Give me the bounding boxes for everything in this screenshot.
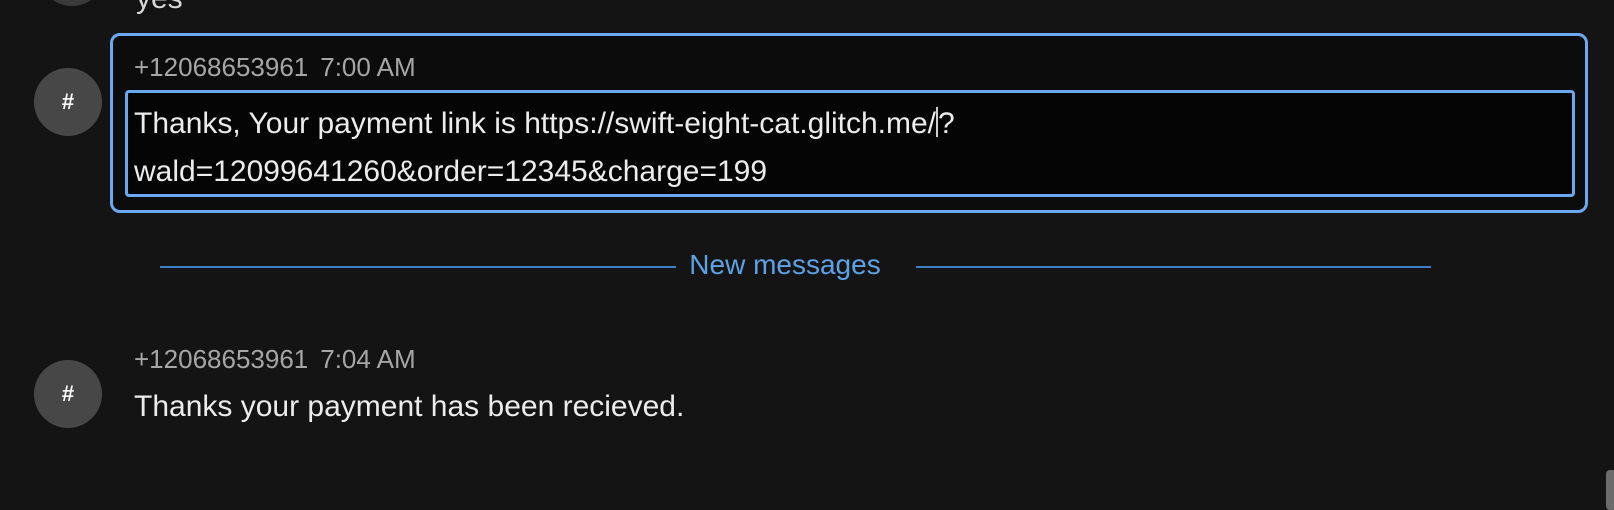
divider-line-left [160,266,676,268]
message-link-text[interactable]: Thanks, Your payment link is https://swi… [134,107,936,140]
avatar[interactable]: # [34,68,102,136]
divider-line-right [916,266,1431,268]
sender-number[interactable]: +12068653961 [134,52,308,82]
message-body[interactable]: Thanks your payment has been recieved. [134,390,684,424]
sender-number[interactable]: +12068653961 [134,344,308,374]
message-meta: +12068653961 7:04 AM [134,344,416,375]
message-line: Thanks, Your payment link is https://swi… [134,100,1554,148]
message-line[interactable]: wald=12099641260&order=12345&charge=199 [134,148,1554,196]
message-body[interactable]: Thanks, Your payment link is https://swi… [134,100,1554,196]
avatar[interactable]: # [34,360,102,428]
message-link-text[interactable]: ? [938,107,955,140]
conversation-view: yes # +12068653961 7:00 AM Thanks, Your p… [0,0,1614,510]
message-meta: +12068653961 7:00 AM [134,52,416,83]
message-time: 7:04 AM [320,344,416,374]
message-text-partial: yes [136,0,183,16]
avatar [38,0,106,6]
new-messages-divider: New messages [689,249,881,280]
scrollbar-thumb[interactable] [1606,470,1614,510]
message-time: 7:00 AM [320,52,416,82]
